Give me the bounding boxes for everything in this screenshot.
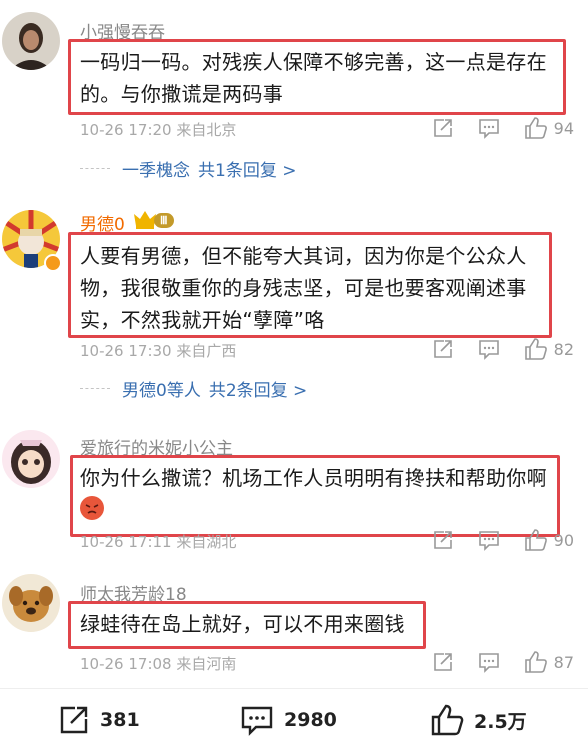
share-button[interactable]	[432, 529, 454, 551]
comment-item: 男德0 Ⅲ 人要有男德，但不能夸大其词，因为你是个公众人物，我很敬重你的身残志坚…	[0, 196, 588, 418]
share-icon	[433, 653, 452, 671]
share-icon	[433, 531, 452, 549]
comment-button[interactable]: 2980	[240, 704, 337, 736]
vip-level: Ⅲ	[154, 212, 174, 228]
like-button[interactable]: 94	[524, 116, 574, 140]
reply-names: 一季槐念	[122, 161, 190, 181]
comment-icon	[241, 706, 273, 736]
comment-actions: 82	[432, 337, 574, 361]
like-count: 2.5万	[474, 710, 527, 733]
angry-emoji-icon	[80, 496, 104, 520]
comment-meta: 10-26 17:20 来自北京	[80, 121, 237, 139]
comment-item: 爱旅行的米妮小公主 你为什么撒谎？机场工作人员明明有搀扶和帮助你啊 10-26 …	[0, 418, 588, 570]
comment-button[interactable]	[478, 117, 500, 139]
share-button[interactable]: 381	[58, 704, 140, 736]
comment-button[interactable]	[478, 529, 500, 551]
comment-button[interactable]	[478, 338, 500, 360]
comment-actions: 90	[432, 528, 574, 552]
divider	[80, 168, 110, 169]
like-count: 87	[553, 652, 574, 672]
comment-text: 一码归一码。对残疾人保障不够完善，这一点是存在的。与你撒谎是两码事	[80, 50, 547, 106]
comment-username[interactable]: 小强慢吞吞	[80, 18, 165, 43]
avatar[interactable]	[2, 574, 60, 632]
comment-button[interactable]	[478, 651, 500, 673]
reply-summary[interactable]: 男德0等人 共2条回复 >	[80, 376, 307, 401]
comment-username[interactable]: 男德0	[80, 210, 125, 235]
like-count: 94	[553, 118, 574, 138]
verified-badge	[44, 254, 62, 272]
comment-icon	[478, 531, 499, 551]
comment-icon	[478, 119, 499, 139]
share-icon	[433, 119, 452, 137]
like-count: 90	[553, 530, 574, 550]
comment-username[interactable]: 师太我芳龄18	[80, 580, 187, 605]
comment-icon	[478, 340, 499, 360]
comment-actions: 87	[432, 650, 574, 674]
like-button[interactable]: 87	[524, 650, 574, 674]
reply-summary[interactable]: 一季槐念 共1条回复 >	[80, 156, 296, 181]
avatar[interactable]	[2, 430, 60, 488]
bottom-action-bar: 381 2980 2.5万	[0, 688, 588, 751]
comment-actions: 94	[432, 116, 574, 140]
share-icon	[60, 706, 88, 734]
crown-icon	[134, 211, 156, 229]
like-button[interactable]: 82	[524, 337, 574, 361]
share-button[interactable]	[432, 117, 454, 139]
comment-item: 小强慢吞吞 一码归一码。对残疾人保障不够完善，这一点是存在的。与你撒谎是两码事 …	[0, 0, 588, 200]
comment-text: 绿蛙待在岛上就好，可以不用来圈钱	[80, 612, 405, 636]
reply-count: 共1条回复 >	[198, 161, 297, 181]
comment-icon	[478, 653, 499, 673]
reply-names: 男德0等人	[122, 381, 201, 401]
comment-item: 师太我芳龄18 绿蛙待在岛上就好，可以不用来圈钱 10-26 17:08 来自河…	[0, 568, 588, 688]
vip-badge: Ⅲ	[134, 210, 174, 230]
thumbs-up-icon	[524, 651, 547, 673]
thumbs-up-icon	[431, 704, 464, 736]
avatar[interactable]	[2, 12, 60, 70]
thumbs-up-icon	[524, 338, 547, 360]
thumbs-up-icon	[524, 529, 547, 551]
share-count: 381	[100, 709, 140, 731]
comment-text: 你为什么撒谎？机场工作人员明明有搀扶和帮助你啊	[80, 466, 547, 490]
divider	[80, 388, 110, 389]
comment-username[interactable]: 爱旅行的米妮小公主	[80, 434, 233, 459]
comment-meta: 10-26 17:30 来自广西	[80, 342, 237, 360]
reply-count: 共2条回复 >	[208, 381, 308, 401]
share-button[interactable]	[432, 338, 454, 360]
comment-text: 人要有男德，但不能夸大其词，因为你是个公众人物，我很敬重你的身残志坚，可是也要客…	[80, 244, 527, 332]
like-button[interactable]: 90	[524, 528, 574, 552]
share-button[interactable]	[432, 651, 454, 673]
share-icon	[433, 340, 452, 358]
comment-meta: 10-26 17:08 来自河南	[80, 655, 237, 673]
comment-meta: 10-26 17:11 来自湖北	[80, 533, 237, 551]
thumbs-up-icon	[524, 117, 547, 139]
like-count: 82	[553, 339, 574, 359]
comment-count: 2980	[284, 709, 337, 731]
like-button[interactable]: 2.5万	[430, 703, 527, 737]
